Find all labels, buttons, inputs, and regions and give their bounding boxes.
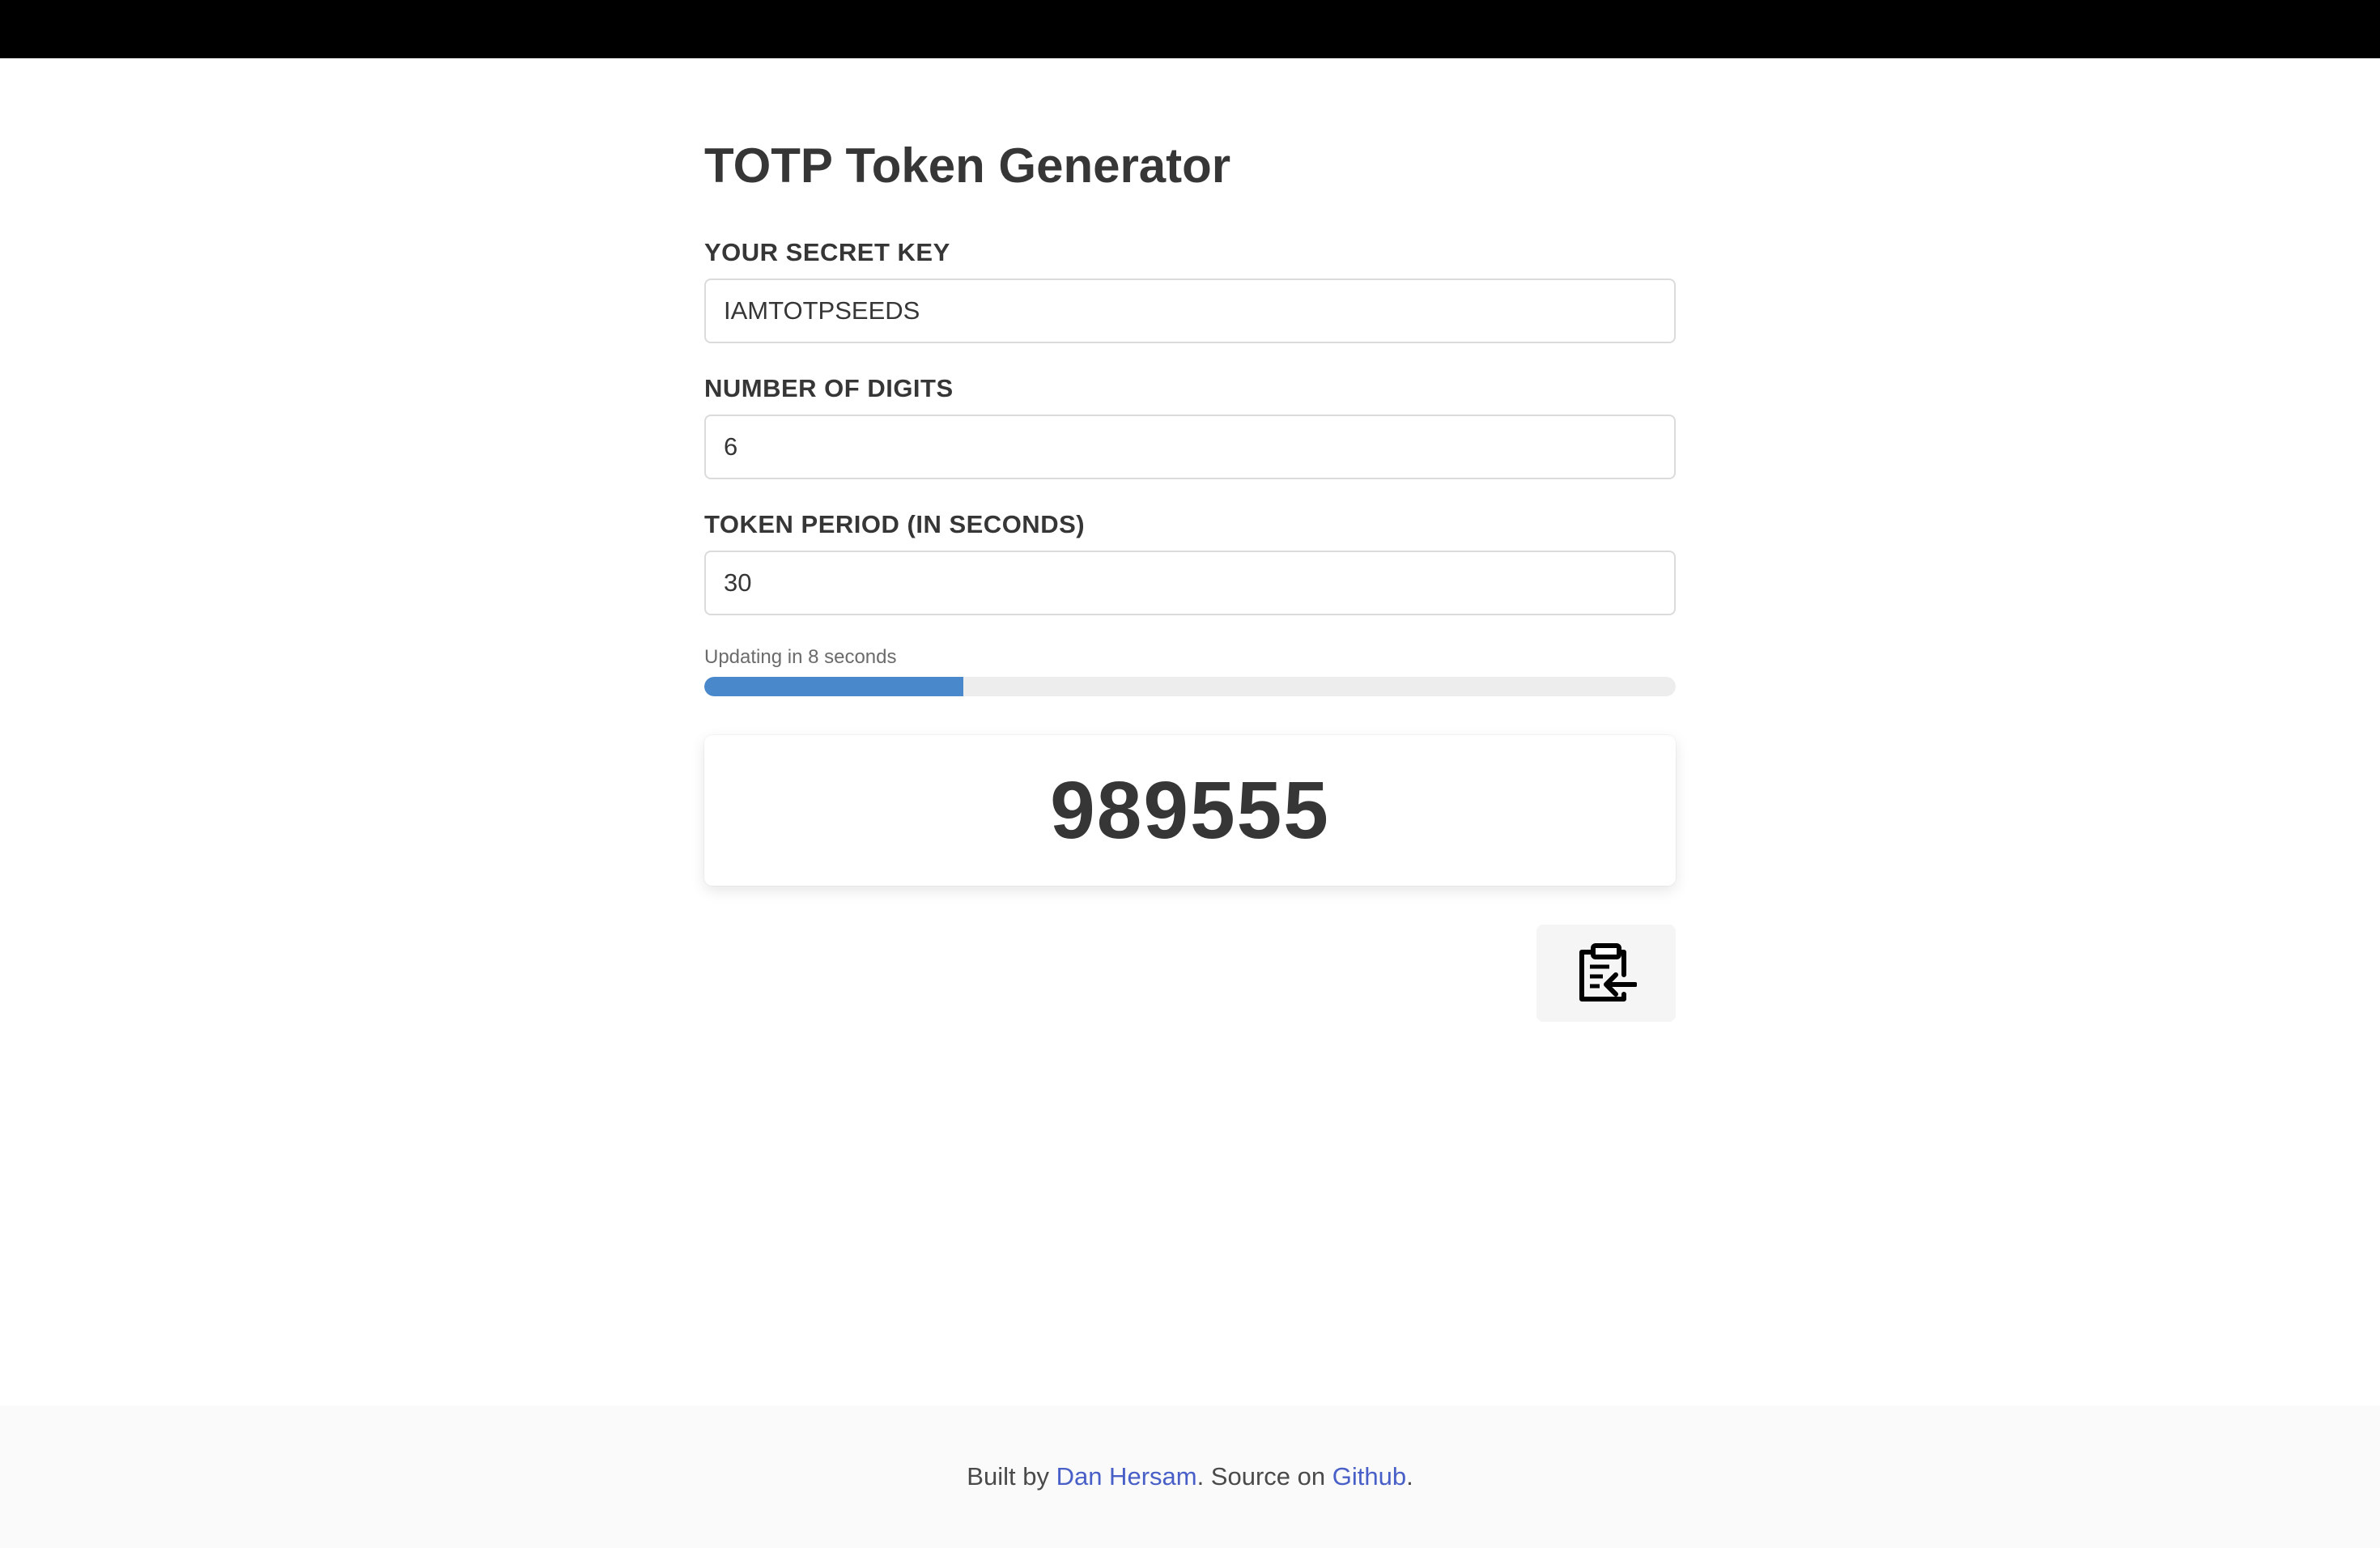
footer: Built by Dan Hersam. Source on Github.	[0, 1406, 2380, 1548]
digits-input[interactable]	[704, 415, 1676, 479]
digits-label: NUMBER OF DIGITS	[704, 374, 954, 402]
secret-key-label: YOUR SECRET KEY	[704, 238, 950, 266]
period-label: TOKEN PERIOD (IN SECONDS)	[704, 510, 1086, 538]
footer-prefix: Built by	[967, 1462, 1056, 1491]
main-content: TOTP Token Generator YOUR SECRET KEY NUM…	[704, 130, 1676, 1022]
progress-status-text: Updating in 8 seconds	[704, 646, 897, 668]
token-value: 989555	[1050, 764, 1330, 856]
progress-bar	[704, 677, 1676, 696]
footer-suffix: .	[1406, 1462, 1413, 1491]
clipboard-copy-icon	[1575, 941, 1637, 1006]
top-bar	[0, 0, 2380, 58]
token-card: 989555	[704, 735, 1676, 886]
copy-token-button[interactable]	[1536, 925, 1676, 1022]
progress-bar-fill	[704, 677, 964, 696]
period-input[interactable]	[704, 551, 1676, 615]
secret-key-input[interactable]	[704, 279, 1676, 343]
author-link[interactable]: Dan Hersam	[1056, 1462, 1197, 1491]
copy-row	[704, 925, 1676, 1022]
github-link[interactable]: Github	[1332, 1462, 1406, 1491]
page-title: TOTP Token Generator	[704, 138, 1231, 193]
footer-middle: . Source on	[1196, 1462, 1332, 1491]
